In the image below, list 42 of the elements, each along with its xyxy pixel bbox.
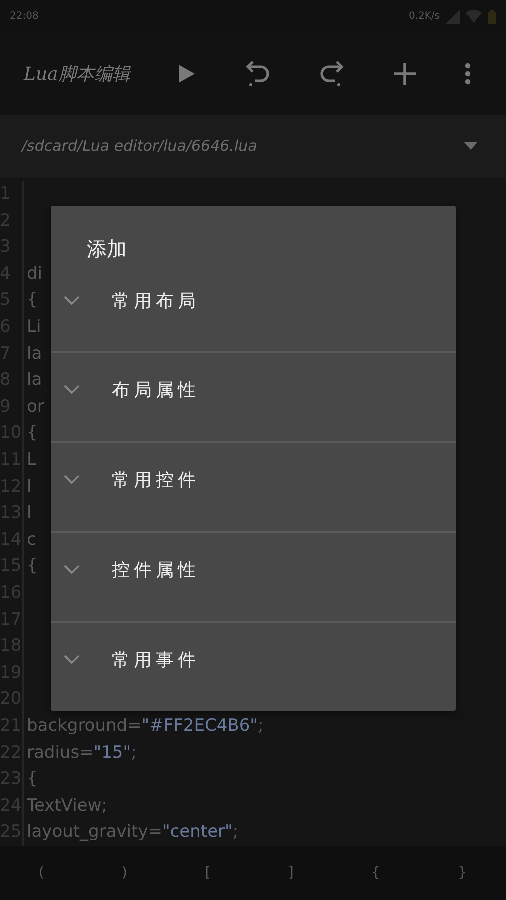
symbol-key[interactable]: ) xyxy=(112,860,138,885)
network-speed: 0.2K/s xyxy=(408,11,440,22)
code-line: la xyxy=(27,344,42,364)
category-item[interactable]: 常用事件 xyxy=(51,622,456,711)
code-line: { xyxy=(27,556,38,576)
code-line: Li xyxy=(27,317,42,338)
redo-icon[interactable] xyxy=(318,60,345,88)
symbol-key[interactable]: ] xyxy=(278,860,304,885)
add-icon[interactable] xyxy=(392,62,417,86)
wifi-icon xyxy=(466,10,482,24)
code-line: { xyxy=(27,423,38,444)
file-path-dropdown[interactable]: /sdcard/Lua editor/lua/6646.lua xyxy=(0,114,506,178)
code-line: background="#FF2EC4B6"; xyxy=(27,716,264,736)
symbol-key[interactable]: ( xyxy=(28,860,54,885)
file-path: /sdcard/Lua editor/lua/6646.lua xyxy=(22,137,258,156)
code-line: la xyxy=(27,370,42,390)
code-line: TextView; xyxy=(27,796,108,816)
code-line: radius="15"; xyxy=(27,742,137,763)
category-item[interactable]: 常用控件 xyxy=(51,442,456,533)
code-line: di xyxy=(27,264,43,284)
code-line: c xyxy=(27,530,36,550)
code-line: layout_gravity="center"; xyxy=(27,822,239,842)
code-line: or xyxy=(27,396,44,417)
dialog-title: 添加 xyxy=(86,236,127,263)
category-item[interactable]: 布局属性 xyxy=(51,352,456,443)
dropdown-icon xyxy=(464,142,478,150)
category-item[interactable]: 控件属性 xyxy=(51,532,456,623)
signal-icon xyxy=(446,10,460,24)
code-line: { xyxy=(27,769,38,790)
symbol-key[interactable]: } xyxy=(448,860,478,885)
more-icon[interactable] xyxy=(464,62,472,86)
code-line: L xyxy=(27,450,36,470)
code-line: l xyxy=(27,476,32,497)
symbol-key[interactable]: { xyxy=(362,860,390,885)
code-line: l xyxy=(27,503,32,524)
symbol-key[interactable]: [ xyxy=(195,860,221,885)
code-line: { xyxy=(27,290,38,310)
category-item[interactable]: 常用布局 xyxy=(51,264,456,353)
undo-icon[interactable] xyxy=(245,60,272,88)
app-title: Lua脚本编辑 xyxy=(24,63,132,86)
battery-icon xyxy=(488,10,496,24)
status-time: 22:08 xyxy=(10,11,39,22)
